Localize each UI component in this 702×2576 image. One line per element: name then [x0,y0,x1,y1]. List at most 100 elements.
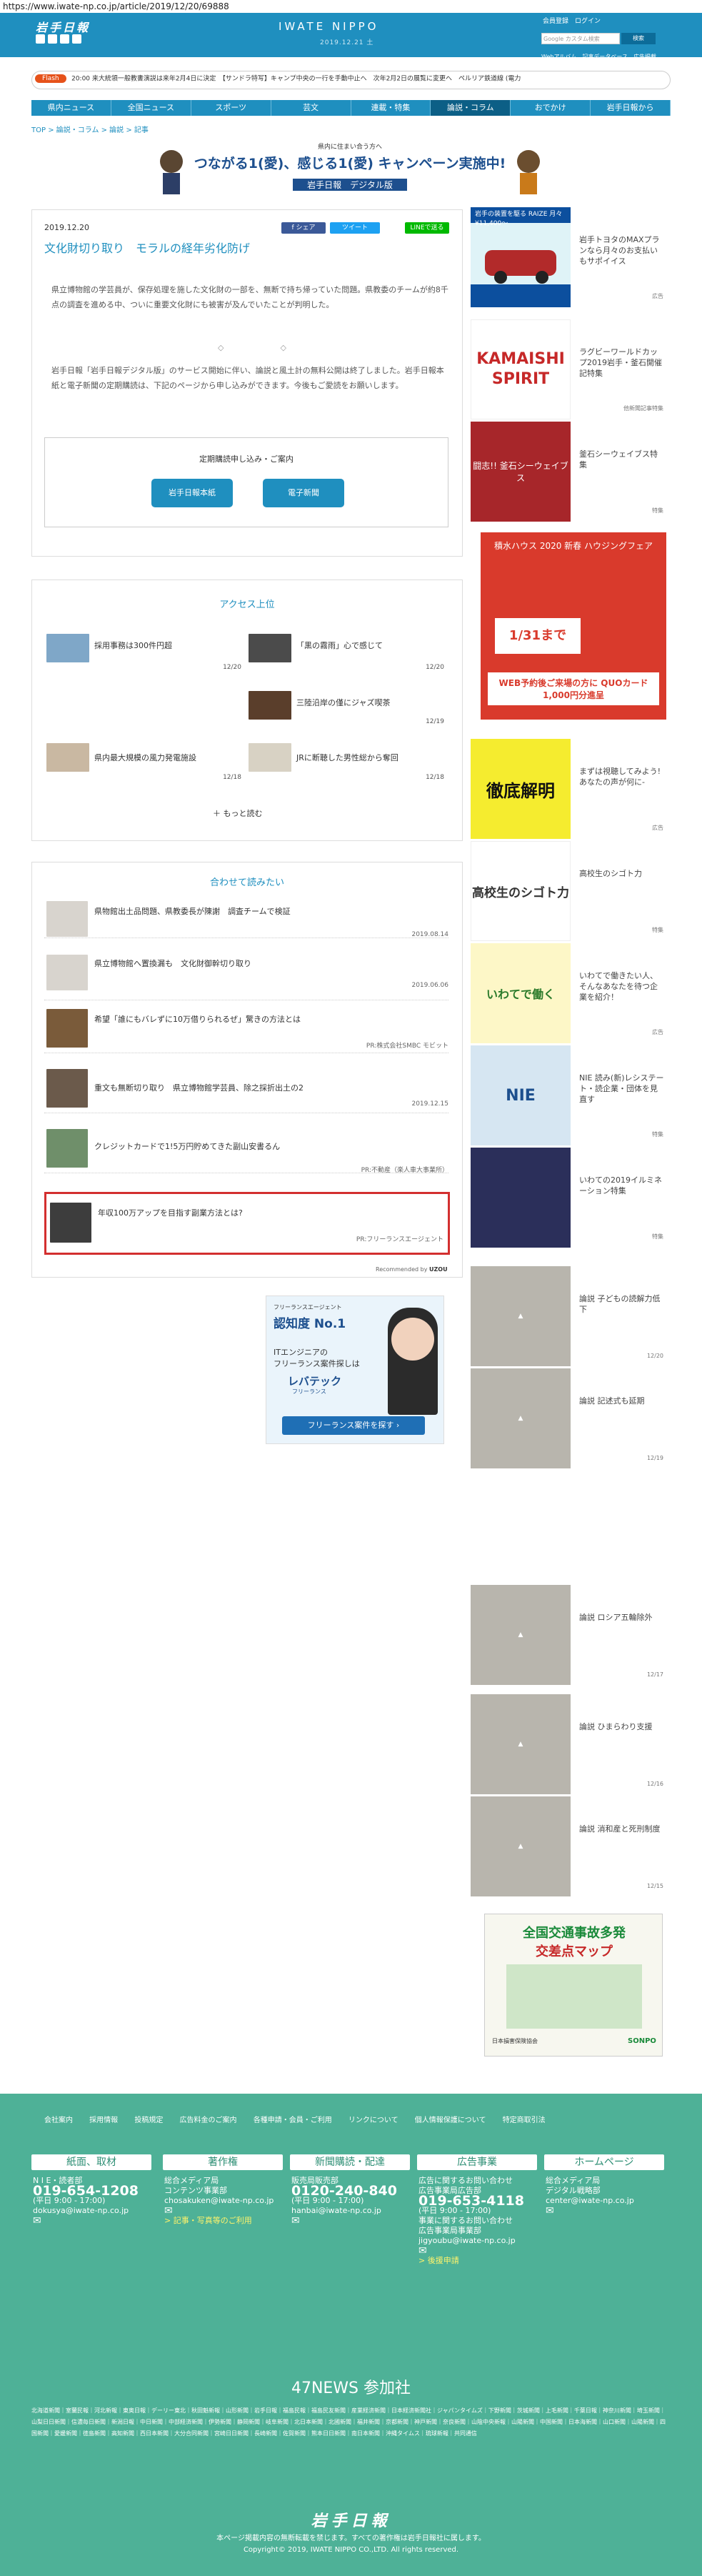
article-divider: ◇ ◇ [218,343,311,352]
side-item-editorial-3[interactable]: ▲ 論説 ロシア五輪除外 12/17 [471,1585,671,1685]
side-item-seawaves[interactable]: 闘志!! 釜石シーウェイブス 釜石シーウェイブス特集 特集 [471,422,671,522]
tetsutei-ad-image: 徹底解明 [471,739,571,839]
related-thumb-3 [46,1009,88,1048]
footer-col3-tel[interactable]: 0120-240-840 [291,2184,408,2198]
footer-col2-link[interactable]: > 記事・写真等のご利用 [164,2216,281,2226]
search-button[interactable]: 検索 [621,33,656,44]
ranking-thumb-4[interactable] [46,743,89,772]
side-meta-9: 特集 [652,1233,663,1240]
ranking-item-3[interactable]: 三陸沿岸の僅にジャズ喫茶 [296,697,390,708]
flash-text[interactable]: 20:00 来大統領一般教書演説は来年2月4日に決定 【サンドラ特写】キャンプ中… [71,76,521,83]
ranking-item-2[interactable]: 「黒の霧雨」心で感じて [296,640,383,651]
nav-item-sports[interactable]: スポーツ [191,100,271,116]
footer-col4-link[interactable]: > 後援申請 [418,2256,536,2266]
traffic-by: 日本損害保険協会 [492,2038,538,2044]
ranking-item-1[interactable]: 採用事務は300件円超 [94,640,172,651]
placeholder-logo-image: ▲ [471,1796,571,1896]
nav-item-culture[interactable]: 芸文 [271,100,351,116]
news47-papers[interactable]: 北海道新聞｜室蘭民報｜河北新報｜東奥日報｜デーリー東北｜秋田魁新報｜山形新聞｜岩… [31,2405,671,2440]
related-row-1[interactable]: 県物館出土品問題、県教委長が陳謝 調査チームで検証 2019.08.14 [44,897,448,938]
related-thumb-6 [50,1203,91,1243]
freelance-ad[interactable]: フリーランスエージェント 認知度 No.1 ITエンジニアの フリーランス案件探… [266,1296,444,1444]
side-item-illumination[interactable]: いわての2019イルミネーション特集 特集 [471,1148,671,1248]
footer-col5-dept: 総合メディア局 デジタル戦略部 [546,2176,601,2195]
nav-item-national[interactable]: 全国ニュース [111,100,191,116]
side-item-tetsutei[interactable]: 徹底解明 まずは視聴してみよう!あなたの声が何に- 広告 [471,739,671,839]
side-item-editorial-2[interactable]: ▲ 論説 記述式も延期 12/19 [471,1368,671,1468]
side-item-rugby[interactable]: KAMAISHI SPIRIT ラグビーワールドカップ2019岩手・釜石開催記特… [471,319,671,419]
flash-ticker[interactable]: Flash 20:00 来大統領一般教書演説は来年2月4日に決定 【サンドラ特写… [31,71,671,89]
related-row-4[interactable]: 重文も無断切り取り 県立博物館学芸員、除之採折出土の2 2019.12.15 [44,1069,448,1113]
ranking-item-5[interactable]: JRに断聴した男性総から奪回 [296,752,398,763]
related-meta-3: PR:株式会社SMBC モビット [366,1043,448,1050]
login-links[interactable]: 会員登録 ログイン [543,16,601,25]
search-input[interactable]: Google カスタム検索 [541,33,620,44]
subscribe-digital-button[interactable]: 電子新聞 [263,479,344,507]
campaign-banner[interactable]: 県内に住まい合う方へ つながる1(愛)、感じる1(愛) キャンペーン実施中! 岩… [150,140,550,197]
nav-item-features[interactable]: 連載・特集 [351,100,431,116]
mail-icon[interactable]: ✉ [546,2206,663,2216]
footer-col3-email[interactable]: hanbai@iwate-np.co.jp [291,2206,408,2216]
campaign-line1: 県内に住まい合う方へ [317,144,382,151]
traffic-map-image [506,1964,642,2029]
mail-icon[interactable]: ✉ [291,2216,408,2226]
header-sublinks[interactable]: Webアルバム 記事データベース 広告掲載 [541,53,656,61]
footer-col5-email[interactable]: center@iwate-np.co.jp [546,2196,663,2206]
facebook-icon[interactable] [48,34,57,44]
line-share-button[interactable]: LINEで送る [405,222,449,234]
twitter-share-button[interactable]: ツイート [330,222,380,234]
sekisui-banner[interactable]: 積水ハウス 2020 新春 ハウジングフェア 1/31まで WEB予約後ご来場の… [481,532,666,720]
site-logo[interactable]: 岩手日報 [36,18,90,35]
freelance-cta-button[interactable]: フリーランス案件を探す › [282,1416,425,1435]
mail-icon[interactable]: ✉ [33,2216,150,2226]
side-meta-5: 広告 [652,825,663,831]
side-item-nie[interactable]: NIE NIE 読み(新)レシステート・読企業・団体を見直す 特集 [471,1045,671,1145]
mail-icon[interactable]: ✉ [164,2206,281,2216]
brand-name[interactable]: IWATE NIPPO [279,20,378,33]
nav-item-local[interactable]: 県内ニュース [31,100,111,116]
related-row-3[interactable]: 希望「誰にもバレずに10万借りられるぜ」驚きの方法とは PR:株式会社SMBC … [44,1009,448,1053]
nav-item-from-nippo[interactable]: 岩手日報から [591,100,671,116]
url-bar[interactable]: https://www.iwate-np.co.jp/article/2019/… [0,0,702,13]
related-title-4: 重文も無断切り取り 県立博物館学芸員、除之採折出土の2 [94,1083,304,1093]
related-row-2[interactable]: 県立博物館へ置換漏も 文化財御幹切り取り 2019.06.06 [44,955,448,1000]
nav-item-outing[interactable]: おでかけ [511,100,591,116]
footer-col4-email[interactable]: jigyoubu@iwate-np.co.jp [418,2236,536,2246]
footer-links[interactable]: 会社案内 採用情報 投稿規定 広告料金のご案内 各種申請・会員・ご利用 リンクに… [44,2114,658,2124]
breadcrumb[interactable]: TOP > 論説・コラム > 論説 > 記事 [31,124,149,134]
ranking-thumb-2[interactable] [249,634,291,662]
subscribe-paper-button[interactable]: 岩手日報本紙 [151,479,233,507]
ranking-thumb-5[interactable] [249,743,291,772]
side-meta-6: 特集 [652,927,663,933]
footer-logo[interactable]: 岩手日報 [0,2508,702,2531]
footer-col1-email[interactable]: dokusya@iwate-np.co.jp [33,2206,150,2216]
instagram-icon[interactable] [72,34,81,44]
youtube-icon[interactable] [60,34,69,44]
ranking-item-4[interactable]: 県内最大規模の風力発電施設 [94,752,196,763]
related-row-6-highlighted[interactable]: 年収100万アップを目指す副業方法とは? PR:フリーランスエージェント [44,1192,450,1255]
mail-icon[interactable]: ✉ [418,2246,536,2256]
more-link[interactable]: ＋ もっと読む [213,807,263,819]
side-item-editorial-5[interactable]: ▲ 論説 消和産と死刑制度 12/15 [471,1796,671,1896]
side-item-shigoto[interactable]: 高校生のシゴト力 高校生のシゴト力 特集 [471,841,671,941]
twitter-icon[interactable] [36,34,45,44]
traffic-map-banner[interactable]: 全国交通事故多発 交差点マップ 日本損害保険協会 SONPO [484,1914,663,2057]
copyright-line2: Copyright© 2019, IWATE NIPPO CO.,LTD. Al… [243,2546,459,2554]
side-item-editorial-4[interactable]: ▲ 論説 ひまらわり支援 12/16 [471,1694,671,1794]
nav-item-editorials[interactable]: 論説・コラム [431,100,511,116]
uzou-logo[interactable]: UZOU [429,1266,448,1273]
side-item-iwatede[interactable]: いわてで働く いわてで働きたい人、そんなあなたを待つ企業を紹介！ 広告 [471,943,671,1043]
shigoto-ad-image: 高校生のシゴト力 [471,841,571,941]
side-item-toyota[interactable]: 岩手の装置を駆る RAIZE 月々 ¥11,400〜 岩手トヨタのMAXプランな… [471,207,671,307]
footer-col2-email[interactable]: chosakuken@iwate-np.co.jp [164,2196,281,2206]
ranking-thumb-1[interactable] [46,634,89,662]
ad-face-image [391,1318,434,1361]
ad-line6: フリーランス [292,1388,326,1395]
footer-col4-tel[interactable]: 019-653-4118 [418,2194,536,2208]
footer-col1-tel[interactable]: 019-654-1208 [33,2184,150,2198]
facebook-share-button[interactable]: f シェア [281,222,326,234]
ranking-thumb-3[interactable] [249,691,291,720]
related-row-5[interactable]: クレジットカードで1!5万円貯めてきた副山安書るん PR:不動産（楽人車大事業所… [44,1129,448,1174]
side-item-editorial-1[interactable]: ▲ 論説 子どもの読解力低下 12/20 [471,1266,671,1366]
side-text-2: ラグビーワールドカップ2019岩手・釜石開催記特集 [579,347,662,378]
